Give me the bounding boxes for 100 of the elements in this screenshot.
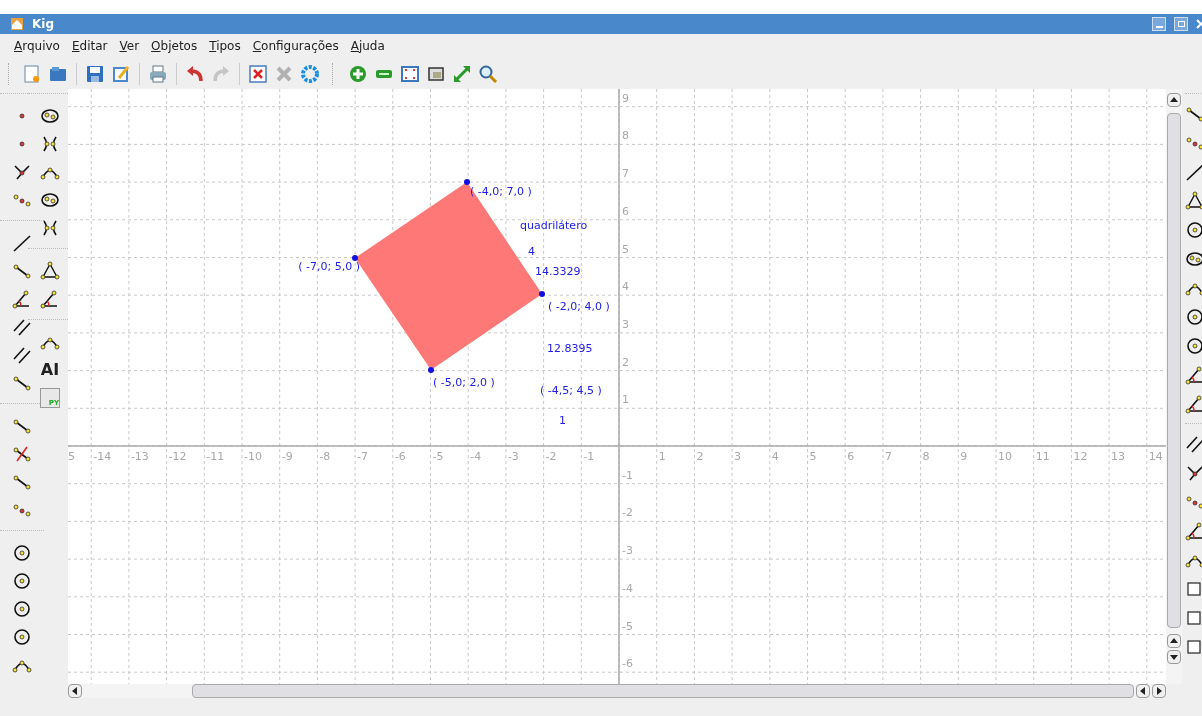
axis-label: 12 — [1073, 450, 1088, 463]
point-marker[interactable] — [464, 179, 470, 185]
search-icon[interactable] — [478, 63, 498, 84]
scrollbar-thumb[interactable] — [1167, 113, 1181, 628]
window-title: Kig — [32, 16, 54, 33]
circle-icon[interactable] — [12, 599, 32, 619]
house-icon — [10, 17, 24, 31]
segment-icon[interactable] — [12, 261, 32, 281]
hyperbola-icon[interactable] — [40, 218, 60, 238]
segment-icon[interactable] — [12, 472, 32, 492]
axis-label: 9 — [960, 450, 968, 463]
printer-icon[interactable] — [148, 63, 168, 84]
axis-label: -11 — [206, 450, 225, 463]
text-tool-button[interactable]: AI — [40, 360, 60, 380]
angle-icon[interactable] — [1185, 394, 1202, 414]
axis-label: -14 — [93, 450, 112, 463]
scroll-left-button[interactable] — [1136, 684, 1150, 698]
axis-label: -13 — [130, 450, 149, 463]
parallel-lines-icon[interactable] — [1185, 434, 1202, 454]
triangle-icon[interactable] — [1185, 191, 1202, 211]
axis-label: 1 — [622, 393, 629, 407]
delete-icon[interactable] — [248, 63, 268, 84]
ellipse-icon[interactable] — [40, 106, 60, 126]
axis-label: 5 — [622, 242, 629, 256]
axis-label: -5 — [622, 619, 633, 633]
menu-item[interactable]: Ajuda — [350, 37, 385, 55]
axis-label: -3 — [507, 450, 519, 463]
axis-label: 8 — [922, 450, 930, 463]
scroll-up-button[interactable] — [1167, 634, 1181, 648]
line-icon[interactable] — [12, 233, 32, 253]
point-label: ( -5,0; 2,0 ) — [433, 376, 495, 389]
square-icon[interactable] — [1185, 579, 1202, 599]
axis-label: 7 — [622, 167, 629, 181]
angle-icon[interactable] — [40, 289, 60, 309]
circle-icon[interactable] — [12, 627, 32, 647]
scroll-right-button[interactable] — [1152, 684, 1166, 698]
segment-icon[interactable] — [12, 373, 32, 393]
scroll-up-button[interactable] — [1167, 93, 1181, 107]
scroll-left-button[interactable] — [68, 684, 82, 698]
axis-label: 13 — [1111, 450, 1126, 463]
circle-icon[interactable] — [12, 571, 32, 591]
point-marker[interactable] — [539, 291, 545, 297]
menu-item[interactable]: Editar — [71, 37, 108, 55]
point-label: ( -7,0; 5,0 ) — [298, 260, 360, 273]
angle-icon[interactable] — [1185, 521, 1202, 541]
close-icon[interactable] — [1196, 18, 1202, 30]
fit-to-page-icon[interactable] — [400, 63, 420, 84]
axis-label: -5 — [432, 450, 444, 463]
angle-icon[interactable] — [12, 289, 32, 309]
measurement-label: ( -4,5; 4,5 ) — [540, 384, 602, 397]
zoom-in-icon[interactable] — [348, 63, 368, 84]
point-marker[interactable] — [352, 255, 358, 261]
segment-icon[interactable] — [12, 416, 32, 436]
segment-icon[interactable] — [1185, 104, 1202, 124]
axis-label: -2 — [545, 450, 557, 463]
undo-arrow-icon[interactable] — [185, 63, 205, 84]
point-label: ( -4,0; 7,0 ) — [470, 185, 532, 198]
menu-item[interactable]: Configurações — [252, 37, 339, 55]
menu-item[interactable]: Objetos — [151, 37, 198, 55]
measurement-label: 1 — [559, 414, 566, 427]
point-marker[interactable] — [428, 367, 434, 373]
measurement-label: quadrilátero — [520, 219, 588, 232]
menu-item[interactable]: Ver — [119, 37, 140, 55]
axis-label: 8 — [622, 129, 629, 143]
axis-label: 11 — [1035, 450, 1050, 463]
square-icon[interactable] — [1185, 608, 1202, 628]
axis-label: 9 — [622, 91, 629, 105]
menu-item[interactable]: Tipos — [209, 37, 241, 55]
crossing-lines-icon[interactable] — [1185, 463, 1202, 483]
axis-label: -9 — [281, 450, 293, 463]
axis-label: -8 — [319, 450, 331, 463]
axis-label: -1 — [622, 468, 633, 482]
hyperbola-icon[interactable] — [40, 134, 60, 154]
vertical-scrollbar[interactable] — [1166, 89, 1182, 684]
axis-label: 2 — [622, 355, 629, 369]
measurement-label: 12.8395 — [547, 342, 593, 355]
crossed-segment-icon[interactable] — [12, 444, 32, 464]
circle-icon[interactable] — [12, 543, 32, 563]
line-icon[interactable] — [1185, 162, 1202, 182]
scroll-down-button[interactable] — [1167, 650, 1181, 664]
resize-arrows-icon[interactable] — [452, 63, 472, 84]
parallel-lines-icon[interactable] — [12, 317, 32, 337]
crossing-lines-icon[interactable] — [12, 162, 32, 182]
measurement-label: 4 — [528, 245, 535, 258]
settings-icon[interactable] — [300, 63, 320, 84]
edit-document-icon[interactable] — [111, 63, 131, 84]
axis-label: -4 — [622, 581, 633, 595]
axis-label: -10 — [244, 450, 262, 463]
ellipse-icon[interactable] — [40, 190, 60, 210]
axis-label: 6 — [847, 450, 855, 463]
triangle-icon[interactable] — [40, 261, 60, 281]
axis-label: 2 — [696, 450, 704, 463]
point-label: ( -2,0; 4,0 ) — [548, 300, 610, 313]
measurement-label: 14.3329 — [535, 265, 581, 278]
axis-label: 7 — [884, 450, 892, 463]
square-icon[interactable] — [1185, 637, 1202, 657]
angle-icon[interactable] — [1185, 365, 1202, 385]
menu-item[interactable]: Arquivo — [14, 37, 60, 55]
parallel-lines-icon[interactable] — [12, 345, 32, 365]
axis-label: -1 — [583, 450, 595, 463]
